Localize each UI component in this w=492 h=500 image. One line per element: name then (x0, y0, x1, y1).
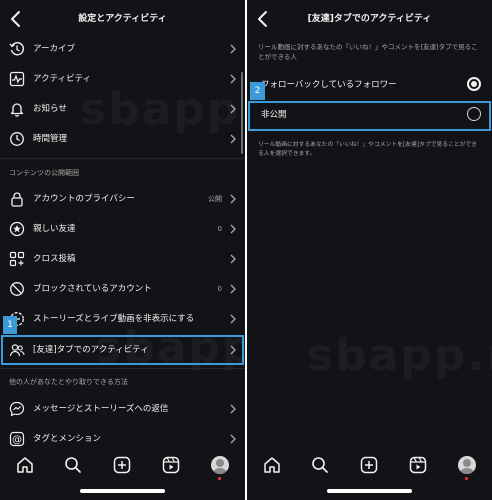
menu-item-label: 時間管理 (33, 134, 68, 144)
menu-item-activity[interactable]: アクティビティ (0, 64, 245, 94)
menu-item-label: 親しい友達 (33, 224, 76, 234)
privacy-value: 公開 (208, 195, 222, 203)
menu-item-notifications[interactable]: お知らせ (0, 94, 245, 124)
home-indicator (80, 489, 165, 493)
back-arrow-icon[interactable] (4, 7, 28, 31)
activity-icon (9, 71, 25, 87)
home-icon[interactable] (16, 456, 34, 474)
menu-item-label: メッセージとストーリーズへの返信 (33, 404, 169, 414)
svg-text:@: @ (12, 435, 22, 446)
highlight-box (1, 335, 244, 365)
step-badge: 1 (3, 316, 17, 334)
chevron-right-icon (230, 434, 236, 444)
menu-item-close-friends[interactable]: 親しい友達 0 (0, 214, 245, 244)
reels-icon[interactable] (162, 456, 180, 474)
notification-dot (218, 477, 221, 480)
header: 設定とアクティビティ (0, 0, 245, 38)
footnote: リール動画に対するあなたの「いいね！」やコメントを[友達]タブで見ることができる… (258, 142, 478, 157)
create-icon[interactable] (360, 456, 378, 474)
highlight-box (248, 101, 491, 131)
divider (0, 368, 245, 369)
scrollbar[interactable] (241, 72, 243, 154)
menu-item-label: アクティビティ (33, 74, 92, 84)
page-title: 設定とアクティビティ (78, 14, 167, 24)
back-arrow-icon[interactable] (251, 7, 275, 31)
divider (0, 158, 245, 159)
description: リール動画に対するあなたの「いいね！」やコメントを[友達]タブで見ることができる… (258, 43, 478, 61)
page-title: [友達]タブでのアクティビティ (307, 14, 432, 24)
step-badge: 2 (250, 82, 265, 100)
option-followers-followed-back[interactable]: フォローバックしているフォロワー (247, 71, 492, 99)
bell-icon (10, 103, 24, 117)
menu-item-hide-story-live[interactable]: ストーリーズとライブ動画を非表示にする (0, 304, 245, 334)
archive-icon (9, 42, 25, 56)
section-header-content-visibility: コンテンツの公開範囲 (9, 169, 79, 177)
menu-item-label: アカウントのプライバシー (33, 194, 135, 204)
search-icon[interactable] (64, 456, 82, 474)
menu-item-archive[interactable]: アーカイブ (0, 34, 245, 64)
reels-icon[interactable] (409, 456, 427, 474)
settings-activity-screen: sbapp sbapp.net 設定とアクティビティ アーカイブ アクティビティ… (0, 0, 245, 500)
friends-tab-activity-screen: sbapp.net [友達]タブでのアクティビティ リール動画に対するあなたの「… (247, 0, 492, 500)
chevron-right-icon (230, 224, 236, 234)
chevron-right-icon (230, 44, 236, 54)
blocked-count: 0 (217, 285, 222, 293)
messenger-icon (9, 401, 25, 417)
menu-item-label: アーカイブ (33, 44, 75, 54)
chevron-right-icon (230, 254, 236, 264)
star-icon (9, 221, 25, 237)
chevron-right-icon (230, 104, 236, 114)
chevron-right-icon (230, 404, 236, 414)
chevron-right-icon (230, 134, 236, 144)
header: [友達]タブでのアクティビティ (247, 0, 492, 38)
menu-item-cross-posting[interactable]: クロス投稿 (0, 244, 245, 274)
chevron-right-icon (230, 74, 236, 84)
profile-avatar[interactable] (211, 456, 229, 474)
lock-icon (11, 192, 23, 207)
home-indicator (327, 489, 412, 493)
clock-icon (10, 132, 24, 146)
section-header-interactions: 他の人があなたとやり取りできる方法 (9, 378, 128, 386)
close-friends-count: 0 (217, 225, 222, 233)
home-icon[interactable] (263, 456, 281, 474)
notification-dot (465, 477, 468, 480)
chevron-right-icon (230, 194, 236, 204)
menu-item-time-management[interactable]: 時間管理 (0, 124, 245, 154)
menu-item-label: クロス投稿 (33, 254, 76, 264)
menu-item-label: ストーリーズとライブ動画を非表示にする (33, 314, 195, 324)
cross-post-icon (9, 251, 25, 267)
profile-avatar[interactable] (458, 456, 476, 474)
menu-item-label: ブロックされているアカウント (33, 284, 152, 294)
chevron-right-icon (230, 284, 236, 294)
radio-selected[interactable] (467, 77, 481, 91)
block-icon (10, 282, 24, 296)
search-icon[interactable] (311, 456, 329, 474)
menu-item-blocked-accounts[interactable]: ブロックされているアカウント 0 (0, 274, 245, 304)
option-label: フォローバックしているフォロワー (261, 80, 397, 90)
at-icon: @ (9, 431, 25, 447)
chevron-right-icon (230, 314, 236, 324)
watermark: sbapp.net (307, 330, 492, 381)
menu-item-account-privacy[interactable]: アカウントのプライバシー 公開 (0, 184, 245, 214)
menu-item-label: お知らせ (33, 104, 67, 114)
menu-item-messages-replies[interactable]: メッセージとストーリーズへの返信 (0, 394, 245, 424)
create-icon[interactable] (113, 456, 131, 474)
